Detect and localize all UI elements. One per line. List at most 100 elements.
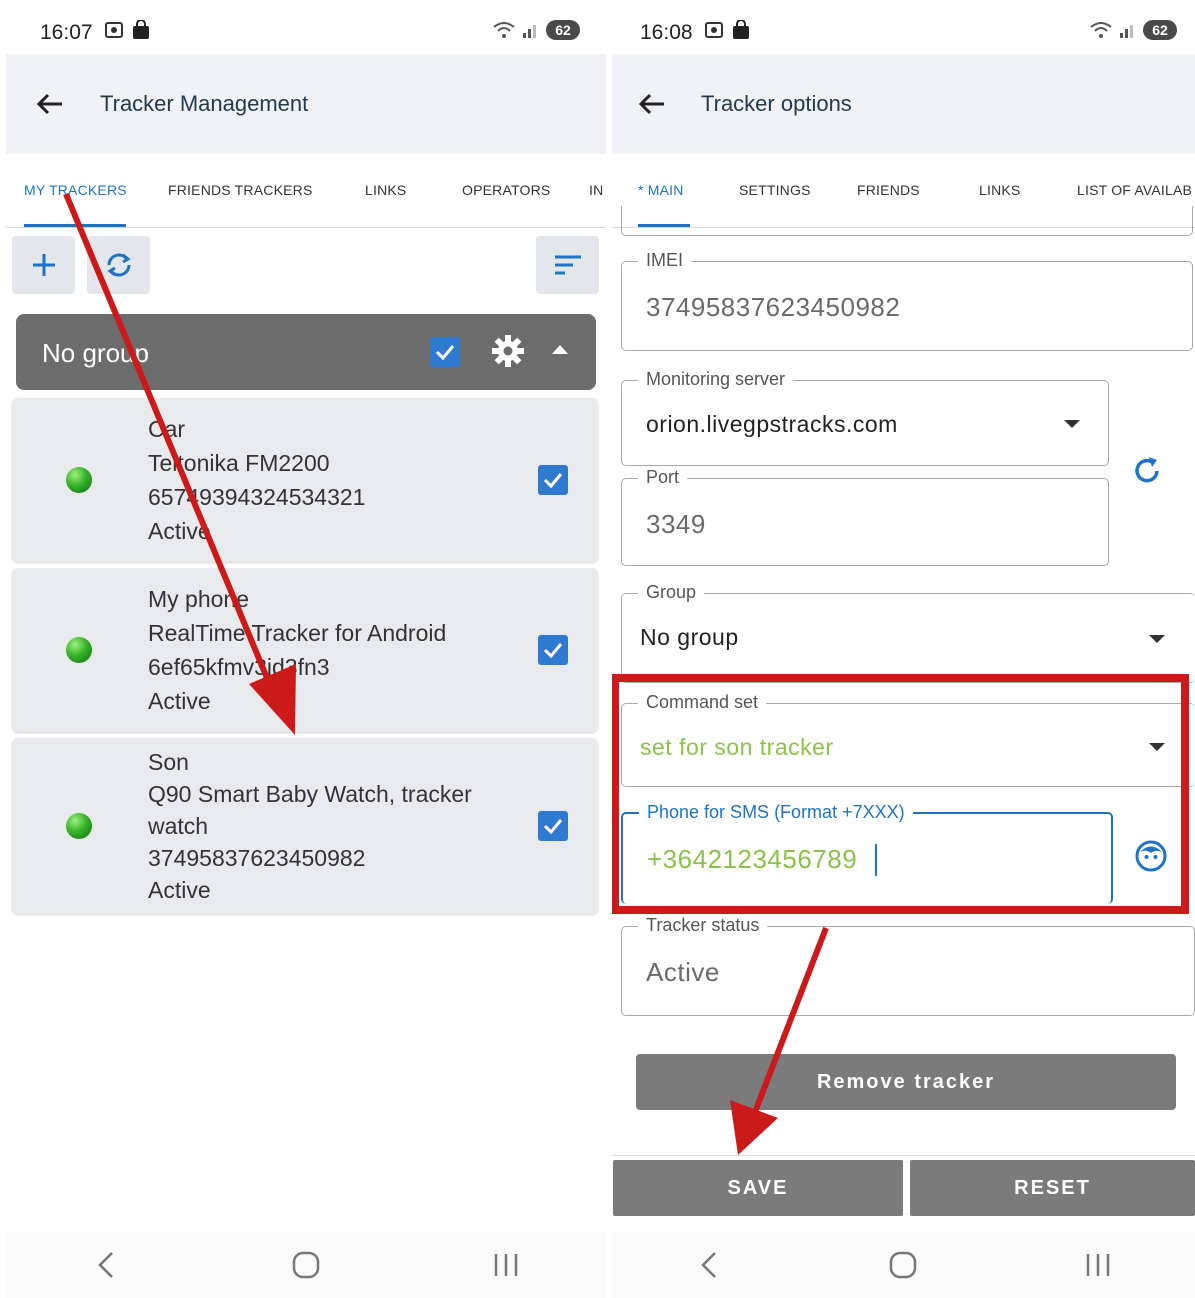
back-arrow-icon[interactable] xyxy=(636,88,668,120)
nav-home-button[interactable] xyxy=(873,1245,933,1285)
tracker-checkbox[interactable] xyxy=(538,465,568,495)
nav-back-icon xyxy=(701,1252,717,1278)
group-select[interactable]: Group No group xyxy=(621,582,1195,683)
tracker-name: Son xyxy=(148,749,189,775)
nav-back-button[interactable] xyxy=(76,1245,136,1285)
check-icon xyxy=(435,345,455,360)
tracker-model: RealTime Tracker for Android xyxy=(148,620,447,646)
tab-in[interactable]: IN xyxy=(589,182,603,198)
back-arrow-icon[interactable] xyxy=(34,88,66,120)
battery-indicator: 62 xyxy=(1143,20,1177,40)
nav-recents-icon xyxy=(494,1254,518,1276)
app-bar: Tracker Management xyxy=(6,54,606,154)
tab-indicator xyxy=(24,224,126,227)
check-icon xyxy=(543,819,563,834)
screenshot-icon xyxy=(105,22,123,38)
imei-field: IMEI 37495837623450982 xyxy=(621,250,1193,351)
system-nav-bar xyxy=(6,1232,606,1298)
page-title: Tracker options xyxy=(701,91,852,116)
group-label: No group xyxy=(42,338,149,368)
nav-recents-icon xyxy=(1086,1254,1110,1276)
group-header[interactable]: No group xyxy=(16,314,596,390)
tab-links[interactable]: LINKS xyxy=(979,182,1020,198)
status-dot-icon xyxy=(66,467,92,493)
status-icons xyxy=(704,20,750,40)
tracker-card-my-phone[interactable]: My phone RealTime Tracker for Android 6e… xyxy=(12,568,598,732)
status-icons xyxy=(104,20,150,40)
status-right-icons: 62 xyxy=(492,20,580,40)
collapse-icon[interactable] xyxy=(552,345,568,354)
tracker-info: Car Teltonika FM2200 65749394324534321 A… xyxy=(148,412,365,548)
nav-home-button[interactable] xyxy=(276,1245,336,1285)
status-time: 16:07 xyxy=(40,21,93,44)
tracker-status-label: Tracker status xyxy=(638,915,768,936)
monitoring-server-select[interactable]: Monitoring server orion.livegpstracks.co… xyxy=(621,369,1109,466)
add-button[interactable] xyxy=(12,236,75,294)
imei-value: 37495837623450982 xyxy=(646,292,901,322)
sync-icon xyxy=(106,253,131,277)
highlight-box xyxy=(612,674,1189,914)
right-screen: 16:08 62 Tracker options * MAIN SETTINGS… xyxy=(612,6,1195,1298)
tracker-model: Teltonika FM2200 xyxy=(148,450,330,476)
tracker-id: 6ef65kfmv3jd3fn3 xyxy=(148,654,330,680)
tracker-card-son[interactable]: Son Q90 Smart Baby Watch, tracker watch … xyxy=(12,738,598,914)
tracker-status: Active xyxy=(148,518,211,544)
reset-button[interactable]: RESET xyxy=(910,1160,1195,1216)
tracker-status-field: Tracker status Active xyxy=(621,915,1195,1016)
tracker-id: 65749394324534321 xyxy=(148,484,366,510)
tracker-checkbox[interactable] xyxy=(538,811,568,841)
tab-friends-trackers[interactable]: FRIENDS TRACKERS xyxy=(168,182,313,198)
app-bar: Tracker options xyxy=(612,54,1195,154)
tab-bar: MY TRACKERS FRIENDS TRACKERS LINKS OPERA… xyxy=(6,154,606,228)
signal-icon xyxy=(523,25,536,38)
monitoring-server-value: orion.livegpstracks.com xyxy=(646,411,898,437)
status-time: 16:08 xyxy=(640,21,693,44)
nav-back-icon xyxy=(98,1252,113,1278)
remove-tracker-button[interactable]: Remove tracker xyxy=(636,1054,1176,1110)
screenshot-icon xyxy=(705,22,723,38)
tab-links[interactable]: LINKS xyxy=(365,182,406,198)
nav-recents-button[interactable] xyxy=(1068,1245,1128,1285)
tab-operators[interactable]: OPERATORS xyxy=(462,182,550,198)
scrolled-field-edge xyxy=(621,206,1193,236)
save-button[interactable]: SAVE xyxy=(613,1160,903,1216)
check-icon xyxy=(543,473,563,488)
sort-button[interactable] xyxy=(536,236,599,294)
port-field[interactable]: Port 3349 xyxy=(621,467,1109,566)
chevron-down-icon xyxy=(1149,635,1165,643)
tracker-card-car[interactable]: Car Teltonika FM2200 65749394324534321 A… xyxy=(12,398,598,562)
check-icon xyxy=(543,643,563,658)
gear-icon[interactable] xyxy=(491,334,525,368)
refresh-icon[interactable] xyxy=(1130,454,1164,488)
tracker-name: My phone xyxy=(148,586,250,612)
tab-list-of-available[interactable]: LIST OF AVAILAB xyxy=(1077,182,1192,198)
nav-recents-button[interactable] xyxy=(476,1245,536,1285)
battery-indicator: 62 xyxy=(546,20,580,40)
left-screen: 16:07 62 Tracker Management MY TRACKERS … xyxy=(6,6,606,1298)
form-bottom-edge xyxy=(612,1138,1195,1156)
imei-label: IMEI xyxy=(638,250,692,271)
tab-settings[interactable]: SETTINGS xyxy=(739,182,811,198)
tracker-info: Son Q90 Smart Baby Watch, tracker watch … xyxy=(148,746,472,906)
tracker-checkbox[interactable] xyxy=(538,635,568,665)
group-checkbox[interactable] xyxy=(430,337,460,367)
group-label: Group xyxy=(638,582,705,603)
nav-back-button[interactable] xyxy=(679,1245,739,1285)
tracker-model-cont: watch xyxy=(148,813,209,839)
nav-home-icon xyxy=(890,1251,917,1279)
sync-button[interactable] xyxy=(87,236,150,294)
monitoring-server-label: Monitoring server xyxy=(638,369,794,390)
tracker-name: Car xyxy=(148,416,186,442)
bag-icon xyxy=(133,20,149,39)
tab-friends[interactable]: FRIENDS xyxy=(857,182,920,198)
bag-icon xyxy=(733,20,749,39)
tab-my-trackers[interactable]: MY TRACKERS xyxy=(24,182,127,198)
group-value: No group xyxy=(640,624,739,650)
port-value: 3349 xyxy=(646,509,706,539)
status-dot-icon xyxy=(66,813,92,839)
tab-main[interactable]: * MAIN xyxy=(638,182,684,198)
status-right-icons: 62 xyxy=(1089,20,1177,40)
page-title: Tracker Management xyxy=(100,91,309,116)
sort-icon xyxy=(554,255,581,275)
tracker-info: My phone RealTime Tracker for Android 6e… xyxy=(148,582,446,718)
